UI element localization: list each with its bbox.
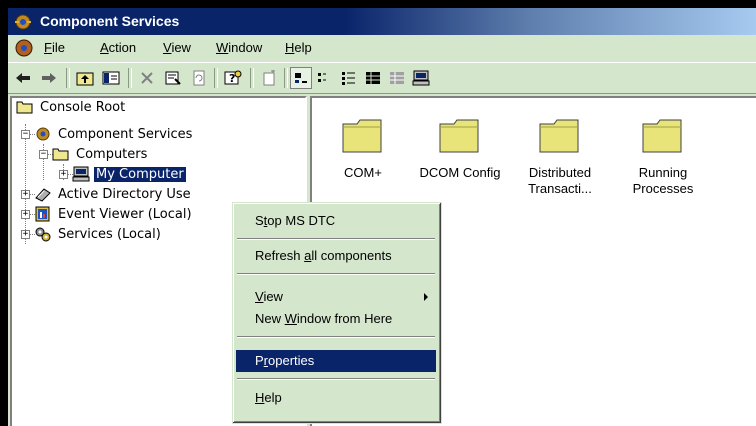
component-services-icon xyxy=(15,14,31,30)
refresh-icon[interactable] xyxy=(188,67,210,89)
toolbar: ? xyxy=(8,62,756,94)
computer-icon[interactable] xyxy=(410,67,432,89)
folder-icon xyxy=(539,119,579,153)
title-bar[interactable]: Component Services xyxy=(8,8,756,35)
delete-icon[interactable] xyxy=(136,67,158,89)
menu-item-refresh-all[interactable]: Refresh all components xyxy=(236,245,436,267)
back-icon[interactable] xyxy=(12,67,34,89)
collapse-toggle[interactable]: − xyxy=(39,150,48,159)
submenu-arrow-icon xyxy=(424,293,428,301)
menu-separator xyxy=(237,273,435,275)
active-directory-icon xyxy=(35,188,51,202)
menu-item-help[interactable]: Help xyxy=(236,387,436,409)
tree-node-component-services[interactable]: Component Services xyxy=(34,124,194,144)
new-item-icon[interactable] xyxy=(258,67,280,89)
menu-separator xyxy=(237,336,435,338)
tree-node-my-computer[interactable]: My Computer xyxy=(72,164,186,184)
folder-icon xyxy=(642,119,682,153)
menu-separator xyxy=(237,238,435,240)
menu-file[interactable]: File xyxy=(44,40,65,55)
forward-icon[interactable] xyxy=(38,67,60,89)
svg-text:?: ? xyxy=(229,72,235,85)
menu-help[interactable]: Help xyxy=(285,40,312,55)
folder-icon xyxy=(52,148,69,161)
expand-toggle[interactable]: + xyxy=(21,230,30,239)
main-window: Component Services File Action View Wind… xyxy=(8,8,756,426)
menu-item-new-window[interactable]: New Window from Here xyxy=(236,308,436,330)
expand-toggle[interactable]: + xyxy=(59,170,68,179)
tree-node-event-viewer[interactable]: Event Viewer (Local) xyxy=(34,204,194,224)
context-menu: Stop MS DTC Refresh all components View … xyxy=(232,202,442,424)
tree-node-active-directory[interactable]: Active Directory Use xyxy=(34,184,193,204)
expand-toggle[interactable]: + xyxy=(21,210,30,219)
item-com-plus[interactable]: COM+ xyxy=(318,118,408,181)
properties-icon[interactable] xyxy=(162,67,184,89)
component-services-icon xyxy=(36,127,50,141)
window-title: Component Services xyxy=(40,13,180,29)
menu-separator xyxy=(237,378,435,380)
help-icon[interactable]: ? xyxy=(222,67,244,89)
large-icons-icon[interactable] xyxy=(290,67,312,89)
menu-item-view[interactable]: View xyxy=(236,286,436,308)
tree-node-computers[interactable]: Computers xyxy=(52,144,149,164)
small-icons-icon[interactable] xyxy=(314,67,336,89)
menu-item-stop-ms-dtc[interactable]: Stop MS DTC xyxy=(236,210,436,232)
computer-icon xyxy=(72,166,90,182)
show-hide-tree-icon[interactable] xyxy=(100,67,122,89)
menu-window[interactable]: Window xyxy=(216,40,262,55)
folder-icon xyxy=(16,101,33,114)
item-dcom-config[interactable]: DCOM Config xyxy=(415,118,505,181)
up-folder-icon[interactable] xyxy=(74,67,96,89)
collapse-toggle[interactable]: − xyxy=(21,130,30,139)
event-viewer-icon xyxy=(35,206,50,222)
menu-view[interactable]: View xyxy=(163,40,191,55)
item-running-processes[interactable]: Running Processes xyxy=(618,118,708,197)
item-distributed-transaction[interactable]: Distributed Transacti... xyxy=(515,118,605,197)
gears-icon xyxy=(35,227,51,242)
menu-item-properties[interactable]: Properties xyxy=(236,350,436,372)
tree-node-console-root[interactable]: Console Root xyxy=(16,97,127,117)
list-view-icon[interactable] xyxy=(338,67,360,89)
expand-toggle[interactable]: + xyxy=(21,190,30,199)
menu-action[interactable]: Action xyxy=(100,40,136,55)
grid-icon[interactable] xyxy=(386,67,408,89)
details-view-icon[interactable] xyxy=(362,67,384,89)
tree-node-services[interactable]: Services (Local) xyxy=(34,224,163,244)
folder-icon xyxy=(439,119,479,153)
menu-bar: File Action View Window Help xyxy=(8,35,756,60)
mmc-icon[interactable] xyxy=(14,38,34,58)
folder-icon xyxy=(342,119,382,153)
